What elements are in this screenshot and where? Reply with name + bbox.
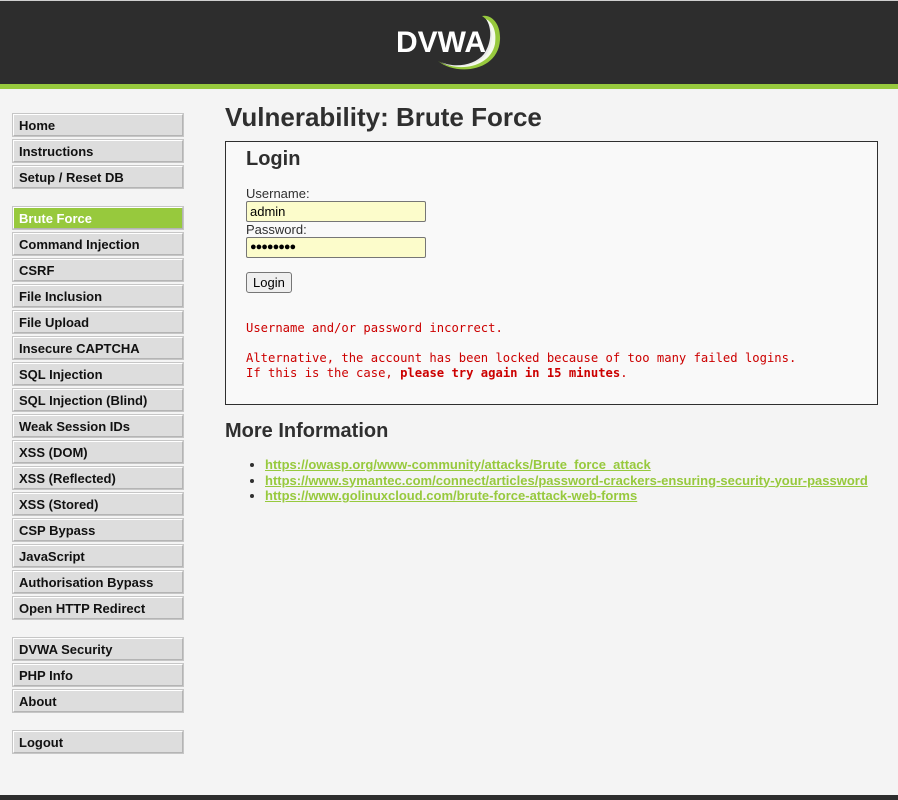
sidebar-item-logout[interactable]: Logout — [13, 731, 183, 753]
username-input[interactable]: admin — [246, 201, 426, 222]
sidebar-item-sql-injection-blind[interactable]: SQL Injection (Blind) — [13, 389, 183, 411]
menu-group: DVWA Security PHP Info About — [13, 638, 183, 712]
sidebar-item-javascript[interactable]: JavaScript — [13, 545, 183, 567]
logo-text: DVWA — [396, 26, 486, 59]
login-form: Login Username: admin Password: ●●●●●●●●… — [225, 141, 878, 405]
sidebar-item-weak-session-ids[interactable]: Weak Session IDs — [13, 415, 183, 437]
login-heading: Login — [246, 148, 301, 170]
sidebar-item-open-http-redirect[interactable]: Open HTTP Redirect — [13, 597, 183, 619]
footer-bar — [0, 795, 898, 800]
retry-suffix: . — [620, 366, 628, 380]
lockout-message: Alternative, the account has been locked… — [246, 351, 797, 365]
link-item: https://owasp.org/www-community/attacks/… — [265, 457, 868, 473]
sidebar-item-csrf[interactable]: CSRF — [13, 259, 183, 281]
sidebar-item-xss-reflected[interactable]: XSS (Reflected) — [13, 467, 183, 489]
error-message: Username and/or password incorrect. — [246, 321, 503, 335]
sidebar-item-about[interactable]: About — [13, 690, 183, 712]
sidebar-item-xss-dom[interactable]: XSS (DOM) — [13, 441, 183, 463]
username-label: Username: — [246, 186, 310, 201]
retry-message: If this is the case, please try again in… — [246, 366, 628, 381]
login-button[interactable]: Login — [246, 272, 292, 293]
more-info-links: https://owasp.org/www-community/attacks/… — [245, 457, 868, 504]
sidebar-item-file-inclusion[interactable]: File Inclusion — [13, 285, 183, 307]
sidebar-item-instructions[interactable]: Instructions — [13, 140, 183, 162]
sidebar-item-sql-injection[interactable]: SQL Injection — [13, 363, 183, 385]
menu-group: Brute Force Command Injection CSRF File Inc… — [13, 207, 183, 619]
owasp-link[interactable]: https://owasp.org/www-community/attacks/… — [265, 457, 651, 472]
password-label: Password: — [246, 222, 307, 237]
sidebar-item-file-upload[interactable]: File Upload — [13, 311, 183, 333]
link-item: https://www.symantec.com/connect/article… — [265, 473, 868, 489]
sidebar-item-insecure-captcha[interactable]: Insecure CAPTCHA — [13, 337, 183, 359]
sidebar-menu: Home Instructions Setup / Reset DB Brute Fo… — [13, 114, 183, 772]
menu-group: Home Instructions Setup / Reset DB — [13, 114, 183, 188]
sidebar-item-setup-reset-db[interactable]: Setup / Reset DB — [13, 166, 183, 188]
header-accent-stripe — [0, 84, 898, 89]
retry-emphasis: please try again in 15 minutes — [400, 366, 621, 380]
page-title: Vulnerability: Brute Force — [225, 102, 542, 132]
retry-prefix: If this is the case, — [246, 366, 401, 380]
more-info-heading: More Information — [225, 420, 389, 442]
symantec-link[interactable]: https://www.symantec.com/connect/article… — [265, 473, 868, 488]
header: DVWA — [0, 0, 898, 84]
link-item: https://www.golinuxcloud.com/brute-force… — [265, 488, 868, 504]
sidebar-item-brute-force[interactable]: Brute Force — [13, 207, 183, 229]
sidebar-item-csp-bypass[interactable]: CSP Bypass — [13, 519, 183, 541]
sidebar-item-xss-stored[interactable]: XSS (Stored) — [13, 493, 183, 515]
password-input[interactable]: ●●●●●●●● — [246, 237, 426, 258]
sidebar-item-home[interactable]: Home — [13, 114, 183, 136]
sidebar-item-dvwa-security[interactable]: DVWA Security — [13, 638, 183, 660]
main-content: Vulnerability: Brute Force Login Usernam… — [225, 100, 878, 503]
sidebar-item-authorisation-bypass[interactable]: Authorisation Bypass — [13, 571, 183, 593]
menu-group: Logout — [13, 731, 183, 753]
sidebar-item-php-info[interactable]: PHP Info — [13, 664, 183, 686]
sidebar-item-command-injection[interactable]: Command Injection — [13, 233, 183, 255]
dvwa-logo[interactable]: DVWA — [394, 10, 504, 74]
golinuxcloud-link[interactable]: https://www.golinuxcloud.com/brute-force… — [265, 488, 637, 503]
